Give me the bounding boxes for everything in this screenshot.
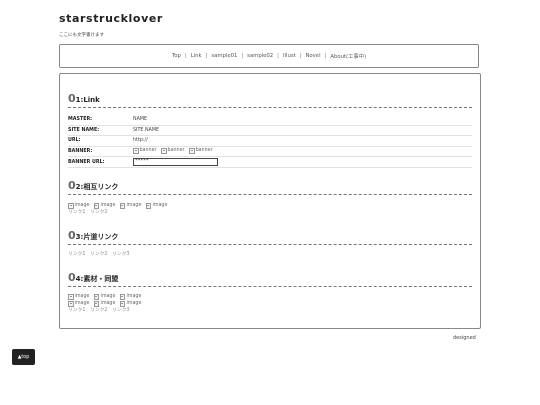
nav-link-link[interactable]: Link [191,53,202,59]
nav-separator: | [324,53,327,59]
section-number: 0 [68,229,76,242]
section-title: 4:素材・同盟 [75,275,119,283]
back-to-top-button[interactable]: ▲top [12,349,35,365]
site-name-value: SITE NAME [133,125,472,137]
banner-url-label: BANNER URL: [68,156,133,168]
text-link[interactable]: リンク3 [112,252,129,257]
link-image[interactable]: image [93,202,115,209]
broken-image-icon [145,202,152,209]
link-image[interactable]: image [68,293,89,300]
table-row: URL: http:// [68,135,472,147]
oneway-text-links: リンク1 リンク2 リンク3 [68,251,472,258]
section-title: 3:片道リンク [75,233,119,241]
banner-image[interactable]: banner [161,147,185,154]
section-heading: 02:相互リンク [68,179,472,195]
link-image[interactable]: image [119,293,141,300]
nav-link-sample02[interactable]: sample02 [247,53,273,59]
text-link[interactable]: リンク3 [112,308,129,313]
text-link[interactable]: リンク2 [90,308,107,313]
table-row: SITE NAME: SITE NAME [68,125,472,137]
site-title: starstrucklover [59,12,163,25]
broken-image-icon [68,202,74,209]
nav-separator: | [241,53,244,59]
url-value: http:// [133,135,472,147]
section-heading: 03:片道リンク [68,229,472,245]
broken-image-icon [93,202,100,209]
nav-link-about[interactable]: About(工事中) [330,52,366,60]
mutual-image-row: image image image image [68,202,472,209]
table-row: BANNER: banner banner banner [68,146,472,158]
banner-images: banner banner banner [133,146,472,158]
section-title: 2:相互リンク [75,183,119,191]
section-number: 0 [68,271,76,284]
broken-image-icon [189,147,195,154]
broken-image-icon [119,293,126,300]
text-link[interactable]: リンク1 [68,210,85,215]
nav-link-illust[interactable]: Illust [283,53,296,59]
url-label: URL: [68,135,133,147]
top-nav: Top | Link | sample01 | sample02 | Illus… [59,44,479,68]
text-link[interactable]: リンク1 [68,308,85,313]
master-value: NAME [133,115,472,126]
section-title: 1:Link [75,96,100,104]
link-image[interactable]: image [93,293,115,300]
nav-link-top[interactable]: Top [172,53,181,59]
section-heading: 04:素材・同盟 [68,271,472,287]
nav-separator: | [205,53,208,59]
section-heading: 01:Link [68,92,472,108]
broken-image-icon [93,300,100,307]
link-image[interactable]: image [68,300,89,307]
link-image[interactable]: image [119,300,141,307]
link-image[interactable]: image [68,202,89,209]
broken-image-icon [119,202,126,209]
materials-image-row: image image image [68,300,472,307]
broken-image-icon [119,300,126,307]
mutual-text-links: リンク1 リンク2 [68,209,472,216]
banner-label: BANNER: [68,146,133,158]
banner-image[interactable]: banner [189,147,213,154]
broken-image-icon [68,300,74,307]
tagline: ここにも文字書けます [59,33,104,38]
link-image[interactable]: image [119,202,141,209]
banner-image[interactable]: banner [133,147,157,154]
master-label: MASTER: [68,115,133,126]
section-mutual-links: 02:相互リンク image image image image リンク1 リン… [68,179,472,216]
nav-link-novel[interactable]: Novel [305,53,320,59]
section-number: 0 [68,179,76,192]
broken-image-icon [93,293,100,300]
broken-image-icon [161,147,167,154]
main-content: 01:Link MASTER: NAME SITE NAME: SITE NAM… [59,73,481,329]
section-oneway-links: 03:片道リンク リンク1 リンク2 リンク3 [68,229,472,258]
nav-separator: | [277,53,279,59]
section-materials-alliance: 04:素材・同盟 image image image image image i… [68,271,472,314]
broken-image-icon [133,147,139,154]
nav-separator: | [184,53,187,59]
section-link: 01:Link MASTER: NAME SITE NAME: SITE NAM… [68,92,472,168]
nav-link-sample01[interactable]: sample01 [211,53,237,59]
link-info-table: MASTER: NAME SITE NAME: SITE NAME URL: h… [68,115,472,168]
banner-url-field[interactable]: ***** [133,158,218,166]
link-image[interactable]: image [145,202,167,209]
table-row: BANNER URL: ***** [68,156,472,168]
text-link[interactable]: リンク2 [90,252,107,257]
site-name-label: SITE NAME: [68,125,133,137]
broken-image-icon [68,293,74,300]
text-link[interactable]: リンク1 [68,252,85,257]
table-row: MASTER: NAME [68,115,472,126]
footer-credit[interactable]: designed [453,335,476,341]
nav-separator: | [299,53,302,59]
materials-image-row: image image image [68,293,472,300]
text-link[interactable]: リンク2 [90,210,107,215]
section-number: 0 [68,92,76,105]
materials-text-links: リンク1 リンク2 リンク3 [68,307,472,314]
link-image[interactable]: image [93,300,115,307]
